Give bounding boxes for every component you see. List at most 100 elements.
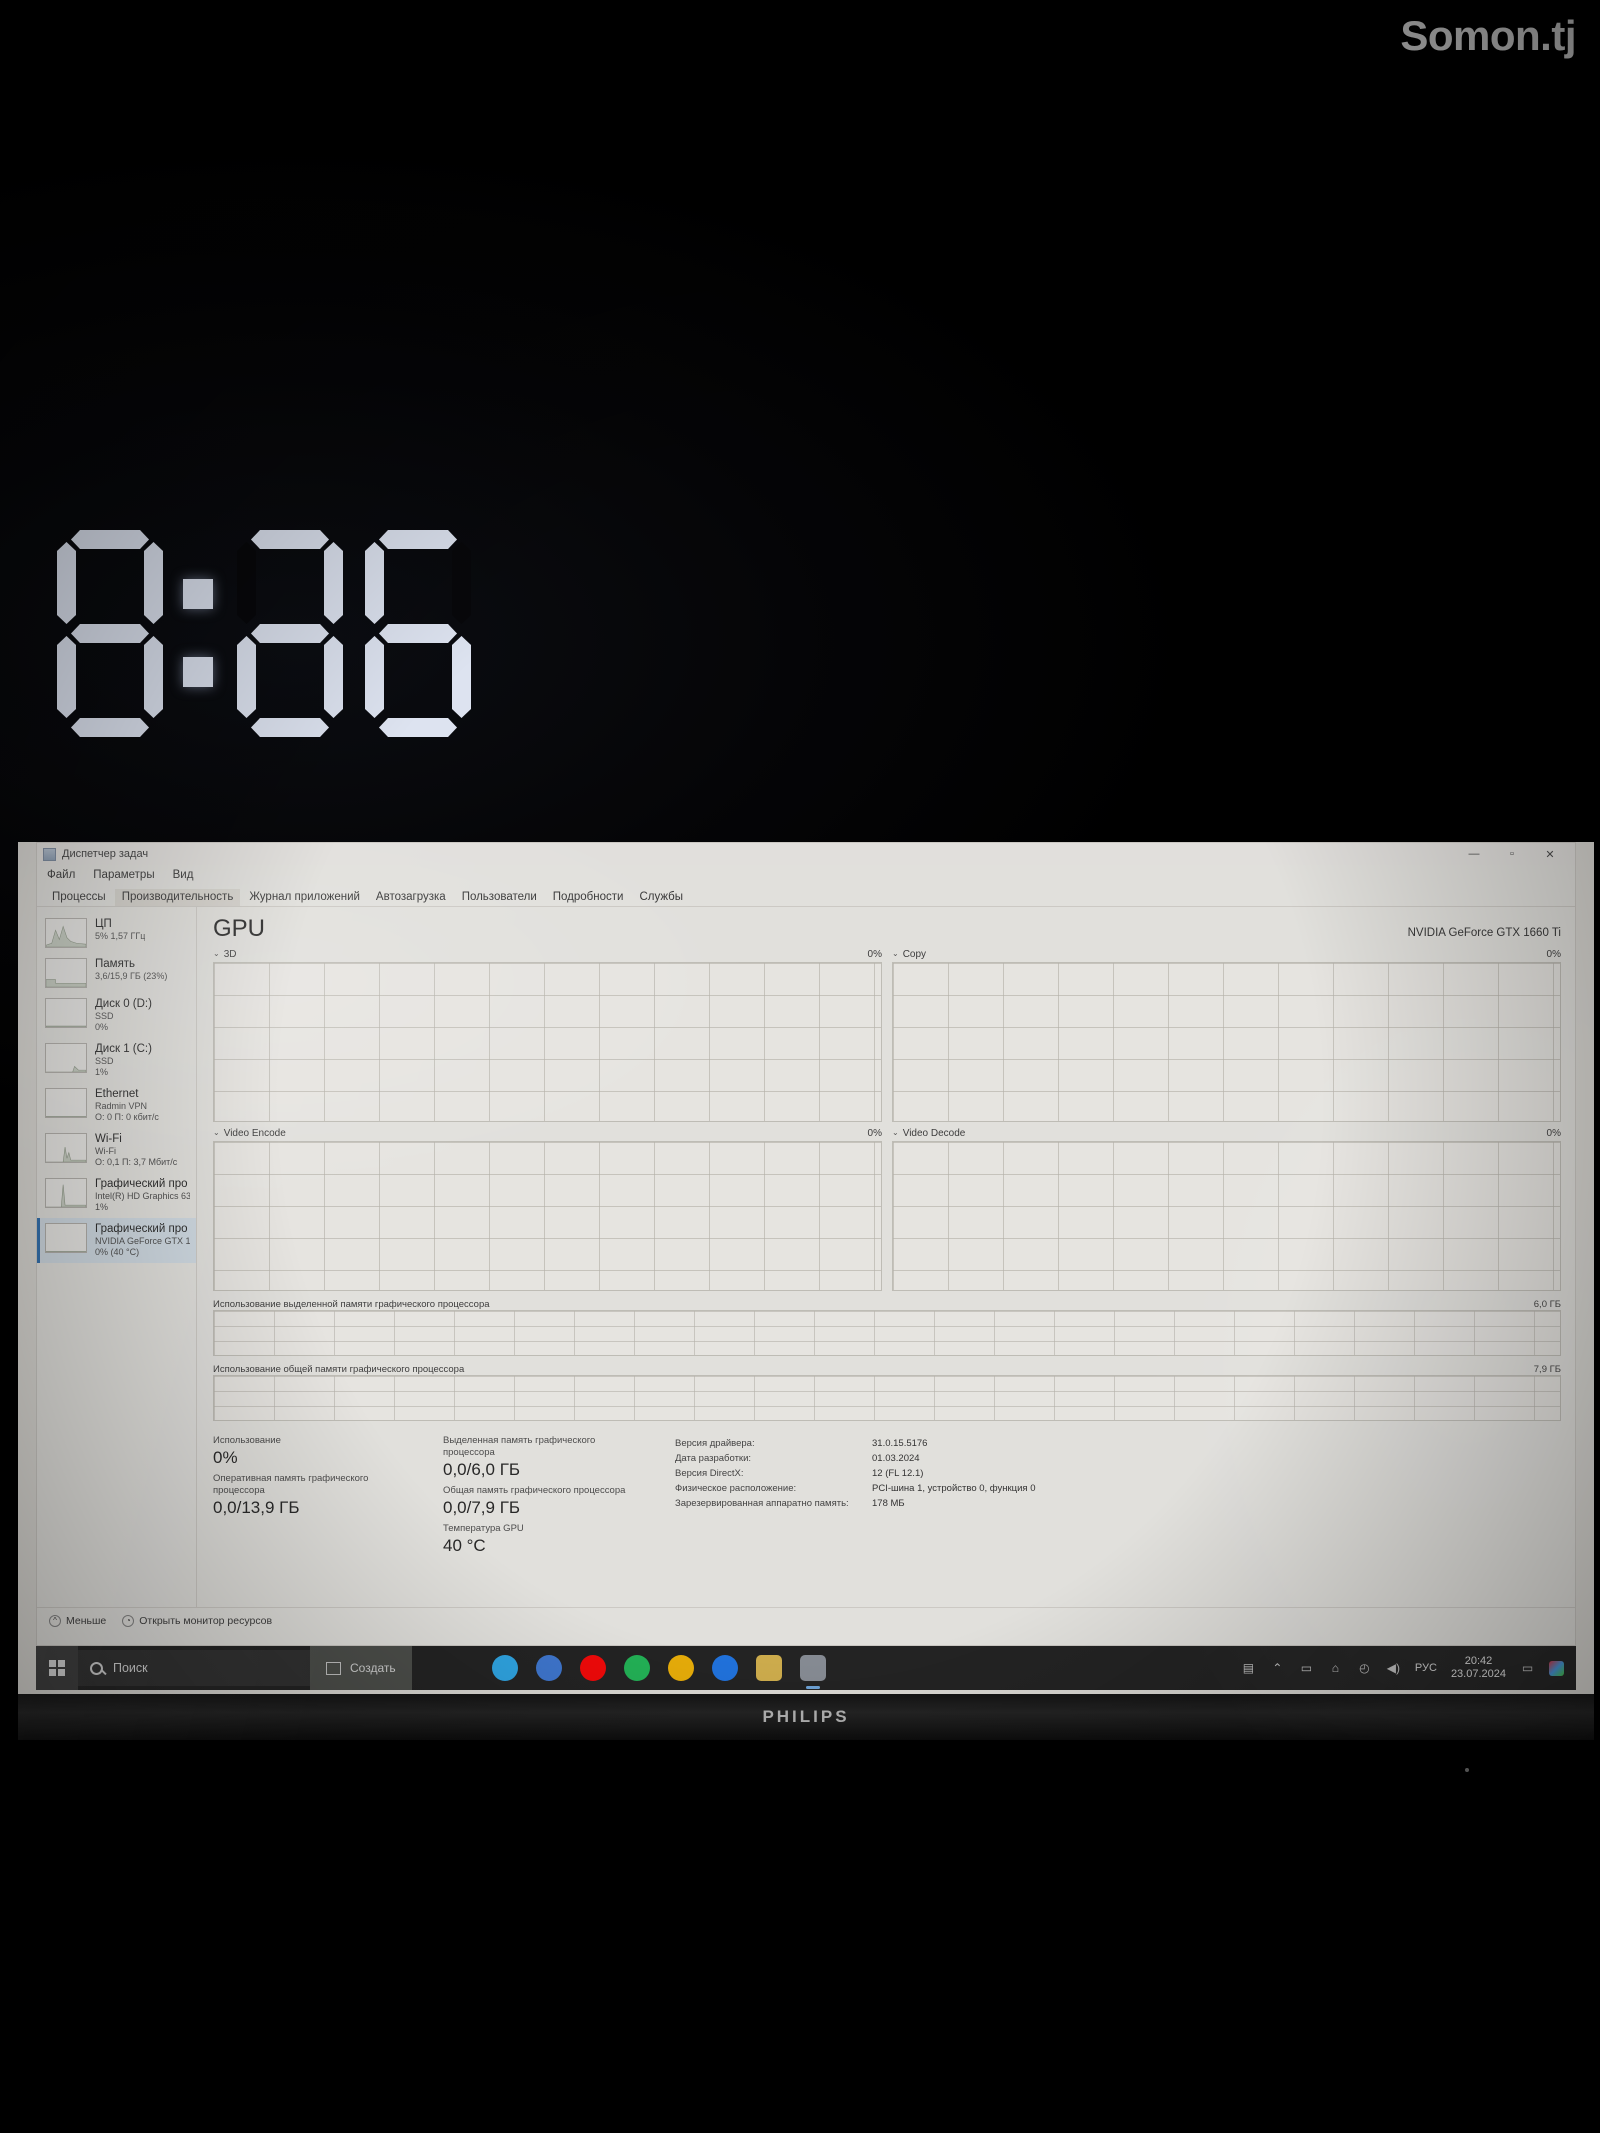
sidebar-item-text: Диск 1 (C:) SSD 1% — [95, 1043, 152, 1078]
task-manager-window[interactable]: Диспетчер задач — ▫ ✕ Файл Параметры Вид… — [36, 842, 1576, 1646]
graph-3d[interactable]: ⌄ 3D 0% — [213, 949, 882, 1122]
taskbar-app-7[interactable] — [799, 1655, 826, 1681]
menu-item-options[interactable]: Параметры — [93, 869, 154, 881]
graph-video-encode-label: Video Encode — [223, 1128, 286, 1139]
sidebar-item-2[interactable]: Диск 0 (D:) SSD 0% — [37, 993, 196, 1038]
graph-row-top: ⌄ 3D 0% ⌄ Copy 0% — [213, 949, 1561, 1122]
tab-5[interactable]: Подробности — [546, 889, 631, 906]
info-value: 01.03.2024 — [872, 1453, 920, 1464]
volume-icon[interactable]: ◀) — [1386, 1661, 1401, 1676]
taskbar-app-icons[interactable] — [491, 1655, 826, 1681]
sidebar-item-sparkline — [45, 958, 87, 988]
sidebar-item-6[interactable]: Графический про Intel(R) HD Graphics 63 1% — [37, 1173, 196, 1218]
window-controls[interactable]: — ▫ ✕ — [1455, 843, 1569, 865]
network-icon[interactable]: ◴ — [1357, 1661, 1372, 1676]
chevron-down-icon[interactable]: ⌄ — [892, 1128, 899, 1139]
gpu-stats: Использование 0% Оперативная память граф… — [213, 1435, 1561, 1561]
tab-2[interactable]: Журнал приложений — [242, 889, 367, 906]
sidebar-item-5[interactable]: Wi-Fi Wi-Fi О: 0,1 П: 3,7 Мбит/с — [37, 1128, 196, 1173]
taskbar-app-0[interactable] — [491, 1655, 518, 1681]
colorful-app-icon[interactable] — [1549, 1660, 1564, 1676]
graph-video-decode-percent: 0% — [1546, 1128, 1561, 1139]
graph-video-encode[interactable]: ⌄ Video Encode 0% — [213, 1128, 882, 1291]
graph-copy-percent: 0% — [1546, 949, 1561, 960]
led-digit-minutes-tens — [235, 528, 345, 738]
taskbar-app-3[interactable] — [623, 1655, 650, 1681]
stats-column-left: Использование 0% Оперативная память граф… — [213, 1435, 443, 1561]
chevron-down-icon[interactable]: ⌄ — [213, 949, 220, 960]
search-input[interactable]: Поиск — [78, 1650, 310, 1686]
start-button[interactable] — [36, 1646, 78, 1690]
chevron-up-icon: ^ — [49, 1614, 61, 1627]
dedicated-memory-capacity: 6,0 ГБ — [1533, 1299, 1561, 1310]
menu-bar[interactable]: Файл Параметры Вид — [37, 865, 1575, 885]
sidebar-item-1[interactable]: Память 3,6/15,9 ГБ (23%) — [37, 953, 196, 993]
taskbar-app-4[interactable] — [667, 1655, 694, 1681]
taskbar[interactable]: Поиск Создать ▤ ⌃ ▭ ⌂ ◴ ◀) РУС 20:42 23.… — [36, 1646, 1576, 1690]
maximize-button[interactable]: ▫ — [1493, 843, 1531, 865]
tab-3[interactable]: Автозагрузка — [369, 889, 453, 906]
taskbar-app-1[interactable] — [535, 1655, 562, 1681]
sidebar-item-name: Графический про — [95, 1223, 188, 1235]
status-bar: ^ Меньше ◔ Открыть монитор ресурсов — [37, 1607, 1575, 1633]
gpu-device-name: NVIDIA GeForce GTX 1660 Ti — [1407, 927, 1561, 939]
sidebar-item-text: Память 3,6/15,9 ГБ (23%) — [95, 958, 167, 982]
stat-value-gpu-temperature: 40 °C — [443, 1536, 486, 1555]
windows-logo-icon — [49, 1660, 65, 1676]
sidebar-item-0[interactable]: ЦП 5% 1,57 ГГц — [37, 913, 196, 953]
open-resource-monitor-link[interactable]: ◔ Открыть монитор ресурсов — [122, 1614, 272, 1627]
tab-0[interactable]: Процессы — [45, 889, 113, 906]
info-key: Зарезервированная аппаратно память: — [675, 1498, 849, 1509]
menu-item-file[interactable]: Файл — [47, 869, 75, 881]
notifications-icon[interactable]: ▭ — [1520, 1661, 1535, 1676]
tab-1[interactable]: Производительность — [114, 889, 241, 906]
clock-time: 20:42 — [1464, 1655, 1493, 1667]
system-tray[interactable]: ▤ ⌃ ▭ ⌂ ◴ ◀) РУС 20:42 23.07.2024 ▭ — [1241, 1655, 1576, 1681]
tab-6[interactable]: Службы — [632, 889, 690, 906]
sidebar-item-3[interactable]: Диск 1 (C:) SSD 1% — [37, 1038, 196, 1083]
fewer-details-label: Меньше — [66, 1614, 107, 1627]
chevron-down-icon[interactable]: ⌄ — [213, 1128, 220, 1139]
info-key: Версия DirectX: — [675, 1468, 744, 1479]
tab-bar[interactable]: Процессы Производительность Журнал приложе… — [37, 885, 1575, 907]
taskbar-app-5[interactable] — [711, 1655, 738, 1681]
graph-copy-plot — [892, 962, 1561, 1122]
close-button[interactable]: ✕ — [1531, 843, 1569, 865]
onedrive-icon[interactable]: ⌂ — [1328, 1661, 1343, 1676]
sidebar-item-4[interactable]: Ethernet Radmin VPN О: 0 П: 0 кбит/с — [37, 1083, 196, 1128]
chevron-down-icon[interactable]: ⌄ — [892, 949, 899, 960]
show-hidden-icons-icon[interactable]: ⌃ — [1270, 1661, 1285, 1676]
sidebar-item-detail-2: 1% — [95, 1202, 109, 1212]
language-indicator[interactable]: РУС — [1415, 1662, 1437, 1674]
tab-4[interactable]: Пользователи — [455, 889, 544, 906]
stat-label-dedicated-memory: Выделенная память графического процессор… — [443, 1435, 596, 1458]
news-icon[interactable]: ▤ — [1241, 1661, 1256, 1676]
resource-sidebar[interactable]: ЦП 5% 1,57 ГГц Память 3,6/15,9 ГБ (23%) Диск… — [37, 907, 197, 1607]
graph-video-decode[interactable]: ⌄ Video Decode 0% — [892, 1128, 1561, 1291]
info-value: PCI-шина 1, устройство 0, функция 0 — [872, 1483, 1036, 1494]
fewer-details-button[interactable]: ^ Меньше — [49, 1614, 107, 1627]
clock[interactable]: 20:42 23.07.2024 — [1451, 1655, 1506, 1681]
battery-icon[interactable]: ▭ — [1299, 1661, 1314, 1676]
task-manager-icon — [43, 847, 56, 861]
resource-monitor-icon: ◔ — [122, 1614, 135, 1627]
info-row: Физическое расположение: PCI-шина 1, устр… — [675, 1482, 1035, 1495]
stat-label-shared-memory: Общая память графического процессора — [443, 1485, 626, 1496]
stats-column-info: Версия драйвера: 31.0.15.5176 Дата разрабо… — [673, 1435, 1065, 1561]
graph-copy[interactable]: ⌄ Copy 0% — [892, 949, 1561, 1122]
graph-video-decode-plot — [892, 1141, 1561, 1291]
sidebar-item-7[interactable]: Графический про NVIDIA GeForce GTX 16 0% (… — [37, 1218, 196, 1263]
taskbar-app-2[interactable] — [579, 1655, 606, 1681]
taskbar-app-6[interactable] — [755, 1655, 782, 1681]
sidebar-item-detail-1: 3,6/15,9 ГБ (23%) — [95, 971, 168, 981]
stats-column-middle: Выделенная память графического процессор… — [443, 1435, 673, 1561]
minimize-button[interactable]: — — [1455, 843, 1493, 865]
window-title: Диспетчер задач — [62, 848, 149, 860]
menu-item-view[interactable]: Вид — [173, 869, 194, 881]
sidebar-item-detail-1: NVIDIA GeForce GTX 16 — [95, 1236, 190, 1246]
titlebar: Диспетчер задач — ▫ ✕ — [37, 843, 1575, 865]
task-view-button[interactable]: Создать — [310, 1646, 412, 1690]
search-icon — [90, 1661, 103, 1675]
graph-3d-plot — [213, 962, 882, 1122]
shared-memory-capacity: 7,9 ГБ — [1533, 1364, 1561, 1375]
